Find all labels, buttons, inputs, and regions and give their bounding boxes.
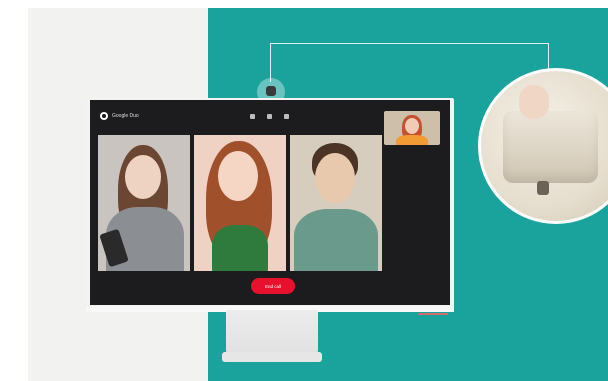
mic-icon[interactable] — [250, 114, 255, 119]
monitor-stand — [226, 310, 318, 356]
webcam-icon — [266, 86, 276, 96]
participant-face — [315, 153, 355, 203]
monitor-stand-base — [222, 352, 322, 362]
duo-logo-icon — [100, 112, 108, 120]
monitor-accent-strip — [418, 313, 448, 315]
participant-tile-3[interactable] — [290, 135, 382, 271]
camera-device — [503, 111, 598, 183]
app-logo-text: Google Duo — [112, 113, 139, 119]
camera-callout-line — [270, 43, 549, 82]
participant-face — [218, 151, 258, 201]
camera-clip — [537, 181, 549, 195]
pip-body — [396, 135, 428, 145]
self-view-thumbnail[interactable] — [384, 111, 440, 145]
participant-body — [212, 225, 268, 271]
participant-tile-2[interactable] — [194, 135, 286, 271]
participant-body — [294, 209, 378, 271]
participant-face — [125, 155, 161, 199]
app-logo: Google Duo — [100, 112, 139, 120]
video-icon[interactable] — [267, 114, 272, 119]
product-showcase: Google Duo End call — [0, 0, 608, 381]
hand-image — [519, 85, 549, 119]
pip-face — [405, 118, 419, 134]
more-icon[interactable] — [284, 114, 289, 119]
participant-tile-1[interactable] — [98, 135, 190, 271]
end-call-button[interactable]: End call — [251, 278, 295, 294]
